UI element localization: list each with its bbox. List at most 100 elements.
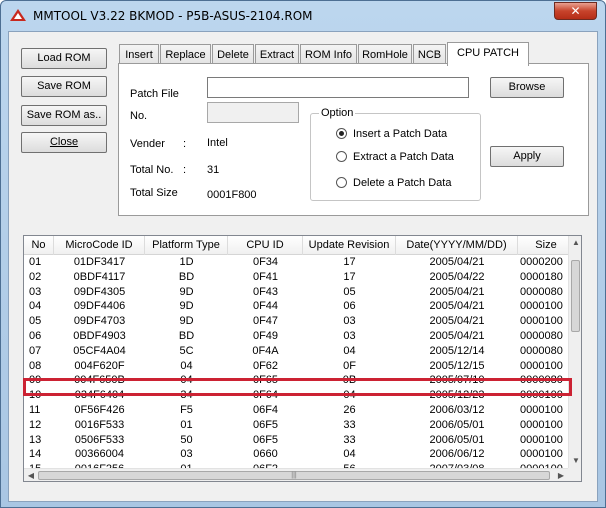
window-title: MMTOOL V3.22 BKMOD - P5B-ASUS-2104.ROM (33, 9, 313, 23)
cell-microcode-id: 00366004 (75, 448, 124, 461)
radio-icon[interactable] (336, 177, 347, 188)
tab-ncb[interactable]: NCB (413, 44, 446, 65)
cell-no: 06 (29, 330, 42, 342)
cell-no: 03 (29, 285, 42, 298)
cell-size: 0000080 (520, 330, 563, 342)
patch-file-input[interactable] (207, 77, 469, 98)
apply-button[interactable]: Apply (490, 146, 564, 167)
extract-patch-radio[interactable]: Extract a Patch Data (336, 151, 454, 165)
cell-no: 08 (29, 359, 42, 372)
horizontal-scroll-thumb[interactable]: ||| (38, 471, 550, 480)
total-no-label: Total No. (130, 164, 174, 176)
cell-size: 0000180 (520, 270, 563, 283)
microcode-table[interactable]: No MicroCode ID Platform Type CPU ID Upd… (23, 235, 582, 482)
vertical-scroll-thumb[interactable] (571, 260, 580, 332)
cell-microcode-id: 004F620F (74, 359, 125, 372)
cell-no: 02 (29, 270, 42, 283)
scroll-up-icon[interactable]: ▲ (569, 236, 581, 250)
tab-romhole[interactable]: RomHole (358, 44, 412, 65)
save-rom-button[interactable]: Save ROM (21, 76, 107, 97)
save-rom-as-button[interactable]: Save ROM as.. (21, 105, 107, 126)
radio-icon[interactable] (336, 151, 347, 162)
tab-cpu-patch[interactable]: CPU PATCH (447, 42, 529, 66)
cell-update-revision: 17 (343, 270, 356, 283)
table-row[interactable]: 07 05CF4A04 5C 0F4A 04 2005/12/14 0000080 (24, 345, 568, 357)
delete-patch-label: Delete a Patch Data (353, 177, 452, 189)
cell-size: 0000200 (520, 256, 563, 268)
no-input (207, 102, 299, 123)
table-row[interactable]: 12 0016F533 01 06F5 33 2006/05/01 0000100 (24, 419, 568, 431)
cell-platform-type: 9D (179, 315, 194, 328)
cell-update-revision: 04 (343, 344, 356, 357)
column-header-no[interactable]: No (24, 236, 54, 255)
cell-size: 0000100 (520, 404, 563, 416)
table-row[interactable]: 08 004F620F 04 0F62 0F 2005/12/15 0000100 (24, 360, 568, 372)
table-row[interactable]: 11 0F56F426 F5 06F4 26 2006/03/12 0000100 (24, 404, 568, 416)
window-close-button[interactable]: ✕ (554, 2, 597, 20)
insert-patch-radio[interactable]: Insert a Patch Data (336, 128, 447, 142)
cell-cpu-id: 0660 (253, 448, 278, 461)
app-logo-icon (10, 9, 26, 21)
cell-date: 2005/04/21 (429, 315, 485, 328)
cell-no: 14 (29, 448, 42, 461)
title-bar[interactable]: MMTOOL V3.22 BKMOD - P5B-ASUS-2104.ROM ✕ (1, 1, 605, 31)
cell-platform-type: 9D (179, 285, 194, 298)
cell-microcode-id: 09DF4703 (73, 315, 126, 328)
cell-no: 04 (29, 300, 42, 313)
cell-update-revision: 26 (343, 404, 356, 416)
total-size-value: 0001F800 (207, 189, 257, 201)
close-button[interactable]: Close (21, 132, 107, 153)
cell-cpu-id: 0F62 (252, 359, 279, 372)
cell-date: 2005/04/21 (429, 330, 485, 342)
cell-cpu-id: 0F44 (252, 300, 279, 313)
scroll-right-icon[interactable]: ▶ (554, 469, 568, 481)
cell-size: 0000100 (520, 448, 563, 461)
column-header-update-revision[interactable]: Update Revision (303, 236, 396, 255)
cell-platform-type: BD (178, 270, 195, 283)
cell-date: 2006/05/01 (429, 418, 485, 431)
column-header-date[interactable]: Date(YYYY/MM/DD) (396, 236, 518, 255)
highlighted-row-box (23, 378, 572, 396)
cell-microcode-id: 09DF4305 (73, 285, 126, 298)
cell-platform-type: F5 (180, 404, 193, 416)
table-row[interactable]: 06 0BDF4903 BD 0F49 03 2005/04/21 0000080 (24, 330, 568, 342)
cell-no: 05 (29, 315, 42, 328)
column-header-microcode-id[interactable]: MicroCode ID (54, 236, 145, 255)
browse-button[interactable]: Browse (490, 77, 564, 98)
table-row[interactable]: 02 0BDF4117 BD 0F41 17 2005/04/22 0000180 (24, 271, 568, 283)
cell-date: 2005/04/21 (429, 285, 485, 298)
cell-platform-type: 5C (179, 344, 194, 357)
column-header-cpu-id[interactable]: CPU ID (228, 236, 303, 255)
table-row[interactable]: 13 0506F533 50 06F5 33 2006/05/01 0000100 (24, 434, 568, 446)
load-rom-button[interactable]: Load ROM (21, 48, 107, 69)
tab-insert[interactable]: Insert (119, 44, 159, 65)
tab-extract[interactable]: Extract (255, 44, 299, 65)
column-header-size[interactable]: Size (518, 236, 574, 255)
vertical-scrollbar[interactable]: ▲ ▼ (568, 236, 581, 468)
scroll-corner (568, 468, 581, 481)
tab-rom-info[interactable]: ROM Info (300, 44, 357, 65)
table-row[interactable]: 14 00366004 03 0660 04 2006/06/12 0000100 (24, 448, 568, 460)
tab-replace[interactable]: Replace (160, 44, 211, 65)
table-row[interactable]: 04 09DF4406 9D 0F44 06 2005/04/21 0000100 (24, 300, 568, 312)
cell-size: 0000100 (520, 300, 563, 313)
scroll-left-icon[interactable]: ◀ (24, 469, 38, 481)
table-row[interactable]: 03 09DF4305 9D 0F43 05 2005/04/21 0000080 (24, 286, 568, 298)
cell-microcode-id: 01DF3417 (73, 256, 126, 268)
table-row[interactable]: 01 01DF3417 1D 0F34 17 2005/04/21 0000200 (24, 256, 568, 268)
cell-cpu-id: 0F34 (252, 256, 279, 268)
cell-platform-type: 03 (180, 448, 193, 461)
radio-selected-icon[interactable] (336, 128, 347, 139)
column-header-platform-type[interactable]: Platform Type (145, 236, 228, 255)
cell-cpu-id: 0F49 (252, 330, 279, 342)
cell-update-revision: 04 (343, 448, 356, 461)
scroll-down-icon[interactable]: ▼ (569, 454, 581, 468)
cell-no: 07 (29, 344, 42, 357)
cell-date: 2005/04/21 (429, 256, 485, 268)
cell-platform-type: BD (178, 330, 195, 342)
table-row[interactable]: 05 09DF4703 9D 0F47 03 2005/04/21 0000100 (24, 315, 568, 327)
horizontal-scrollbar[interactable]: ◀ ||| ▶ (24, 468, 568, 481)
cell-no: 11 (29, 404, 41, 416)
delete-patch-radio[interactable]: Delete a Patch Data (336, 177, 451, 191)
tab-delete[interactable]: Delete (212, 44, 254, 65)
